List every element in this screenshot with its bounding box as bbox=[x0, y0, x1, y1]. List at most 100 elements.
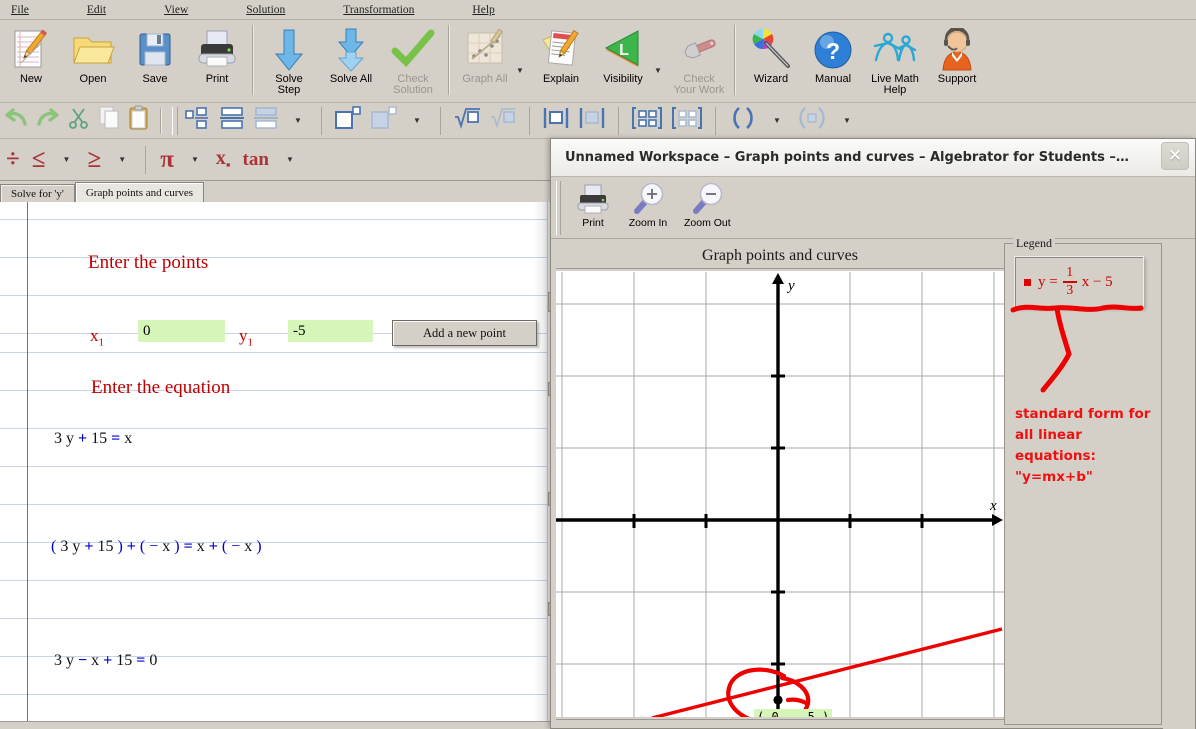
matrix-faded-button[interactable] bbox=[667, 105, 707, 137]
greater-or-equal-button[interactable]: ≥ bbox=[81, 141, 107, 179]
pi-button[interactable]: π bbox=[154, 141, 180, 179]
undo-button[interactable] bbox=[0, 105, 32, 137]
menu-help[interactable]: Help bbox=[465, 2, 501, 18]
pi-icon: π bbox=[160, 145, 174, 173]
visibility-dropdown[interactable]: ▼ bbox=[654, 23, 668, 99]
zoom-in-button[interactable]: Zoom In bbox=[620, 180, 676, 236]
toolbar-grip[interactable] bbox=[172, 106, 178, 135]
menu-transformation[interactable]: Transformation bbox=[336, 2, 421, 18]
fraction-stacked-button[interactable] bbox=[215, 105, 249, 137]
toolbar-separator-3 bbox=[734, 25, 736, 95]
undo-arrow-icon bbox=[3, 107, 29, 134]
manual-button[interactable]: ? Manual bbox=[802, 23, 864, 99]
absolute-value-faded-button[interactable] bbox=[574, 105, 610, 137]
live-math-help-button[interactable]: Live Math Help bbox=[864, 23, 926, 99]
paste-button[interactable] bbox=[124, 105, 154, 137]
dialog-toolbar-grip[interactable] bbox=[556, 181, 561, 235]
less-or-equal-dropdown[interactable]: ▼ bbox=[51, 144, 81, 176]
solve-all-label: Solve All bbox=[329, 73, 373, 85]
absolute-value-faded-icon bbox=[577, 105, 607, 136]
tab-solve-for-y[interactable]: Solve for 'y' bbox=[0, 184, 75, 203]
math-toolbar-separator bbox=[145, 145, 147, 174]
equation-step-2[interactable]: ( 3 y + 15 ) + ( − x ) = x + ( − x ) bbox=[51, 538, 262, 556]
dialog-print-button[interactable]: Print bbox=[566, 180, 620, 236]
edit-toolbar-separator-4 bbox=[529, 106, 530, 135]
add-a-new-point-button[interactable]: Add a new point bbox=[392, 320, 537, 346]
less-or-equal-button[interactable]: ≤ bbox=[26, 141, 52, 179]
floppy-disk-icon bbox=[135, 27, 175, 73]
parentheses-faded-icon bbox=[795, 105, 829, 136]
close-icon[interactable]: ✕ bbox=[1161, 142, 1189, 170]
check-solution-label: Check Solution bbox=[393, 73, 433, 96]
solve-all-button[interactable]: Solve All bbox=[320, 23, 382, 99]
pi-dropdown[interactable]: ▼ bbox=[180, 144, 210, 176]
wizard-button[interactable]: Wizard bbox=[740, 23, 802, 99]
copy-button[interactable] bbox=[94, 105, 124, 137]
parentheses-faded-dropdown[interactable]: ▼ bbox=[832, 105, 862, 137]
nth-root-faded-button[interactable] bbox=[485, 105, 521, 137]
x-subscript-button[interactable]: x▪ bbox=[210, 141, 237, 179]
absolute-value-button[interactable] bbox=[538, 105, 574, 137]
redo-button[interactable] bbox=[32, 105, 64, 137]
open-button[interactable]: Open bbox=[62, 23, 124, 99]
fraction-small-button[interactable] bbox=[181, 105, 215, 137]
print-button-label: Print bbox=[205, 73, 229, 85]
toolbar-separator-2 bbox=[448, 25, 450, 95]
power-faded-button[interactable] bbox=[366, 105, 402, 137]
legend-caption: Legend bbox=[1013, 236, 1055, 251]
print-button[interactable]: Print bbox=[186, 23, 248, 99]
check-your-work-button[interactable]: Check Your Work bbox=[668, 23, 730, 99]
support-button[interactable]: Support bbox=[926, 23, 988, 99]
graph-canvas[interactable]: x y ( 0 , -5 ) bbox=[556, 271, 1004, 717]
y1-input[interactable]: -5 bbox=[288, 320, 373, 342]
dialog-titlebar[interactable]: Unnamed Workspace – Graph points and cur… bbox=[551, 139, 1195, 177]
save-button[interactable]: Save bbox=[124, 23, 186, 99]
parentheses-button[interactable] bbox=[724, 105, 762, 137]
fraction-dropdown[interactable]: ▼ bbox=[283, 105, 313, 137]
power-dropdown[interactable]: ▼ bbox=[402, 105, 432, 137]
nth-root-button[interactable] bbox=[449, 105, 485, 137]
power-button[interactable] bbox=[330, 105, 366, 137]
wizard-button-label: Wizard bbox=[753, 73, 789, 85]
zoom-out-button[interactable]: Zoom Out bbox=[676, 180, 739, 236]
tab-graph-points-and-curves[interactable]: Graph points and curves bbox=[74, 182, 205, 203]
parentheses-faded-button[interactable] bbox=[792, 105, 832, 137]
cut-button[interactable] bbox=[64, 105, 94, 137]
explain-button[interactable]: Explain bbox=[530, 23, 592, 99]
dialog-toolbar: Print Zoom In Zoom Out bbox=[551, 177, 1195, 239]
graph-all-dropdown[interactable]: ▼ bbox=[516, 23, 530, 99]
parentheses-dropdown[interactable]: ▼ bbox=[762, 105, 792, 137]
graph-all-button[interactable]: Graph All bbox=[454, 23, 516, 99]
equation-step-3[interactable]: 3 y − x + 15 = 0 bbox=[54, 652, 157, 670]
new-button[interactable]: New bbox=[0, 23, 62, 99]
menu-edit-label: Edit bbox=[86, 3, 107, 16]
greater-or-equal-dropdown[interactable]: ▼ bbox=[107, 144, 137, 176]
plotted-line-series bbox=[651, 627, 1003, 717]
menu-file[interactable]: File bbox=[4, 2, 36, 18]
edit-toolbar-separator bbox=[160, 107, 162, 134]
visibility-button[interactable]: L Visibility bbox=[592, 23, 654, 99]
check-solution-button[interactable]: Check Solution bbox=[382, 23, 444, 99]
fraction-faded-button[interactable] bbox=[249, 105, 283, 137]
legend-annotation-line-2: all linear equations: bbox=[1015, 427, 1096, 464]
menu-edit[interactable]: Edit bbox=[80, 2, 113, 18]
x-axis-label: x bbox=[989, 498, 997, 514]
solve-step-button[interactable]: Solve Step bbox=[258, 23, 320, 99]
equation-step-1[interactable]: 3 y + 15 = x bbox=[54, 430, 132, 448]
menu-solution[interactable]: Solution bbox=[239, 2, 292, 18]
fraction-stacked-icon bbox=[218, 106, 246, 135]
x1-input[interactable]: 0 bbox=[138, 320, 225, 342]
open-folder-icon bbox=[71, 27, 115, 73]
two-people-icon bbox=[871, 27, 919, 73]
edit-toolbar-separator-2 bbox=[321, 106, 322, 135]
menu-view[interactable]: View bbox=[157, 2, 195, 18]
worksheet-canvas[interactable]: Enter the points x1 0 y1 -5 Add a new po… bbox=[0, 202, 556, 729]
divide-button[interactable]: ÷ bbox=[0, 141, 26, 179]
tangent-button[interactable]: tan bbox=[237, 141, 275, 179]
legend-entry-row[interactable]: y = 1 3 x − 5 bbox=[1014, 256, 1144, 308]
green-check-icon bbox=[391, 27, 435, 73]
matrix-faded-icon bbox=[670, 105, 704, 136]
chevron-down-icon: ▼ bbox=[654, 65, 662, 75]
tangent-dropdown[interactable]: ▼ bbox=[275, 144, 305, 176]
matrix-button[interactable] bbox=[627, 105, 667, 137]
